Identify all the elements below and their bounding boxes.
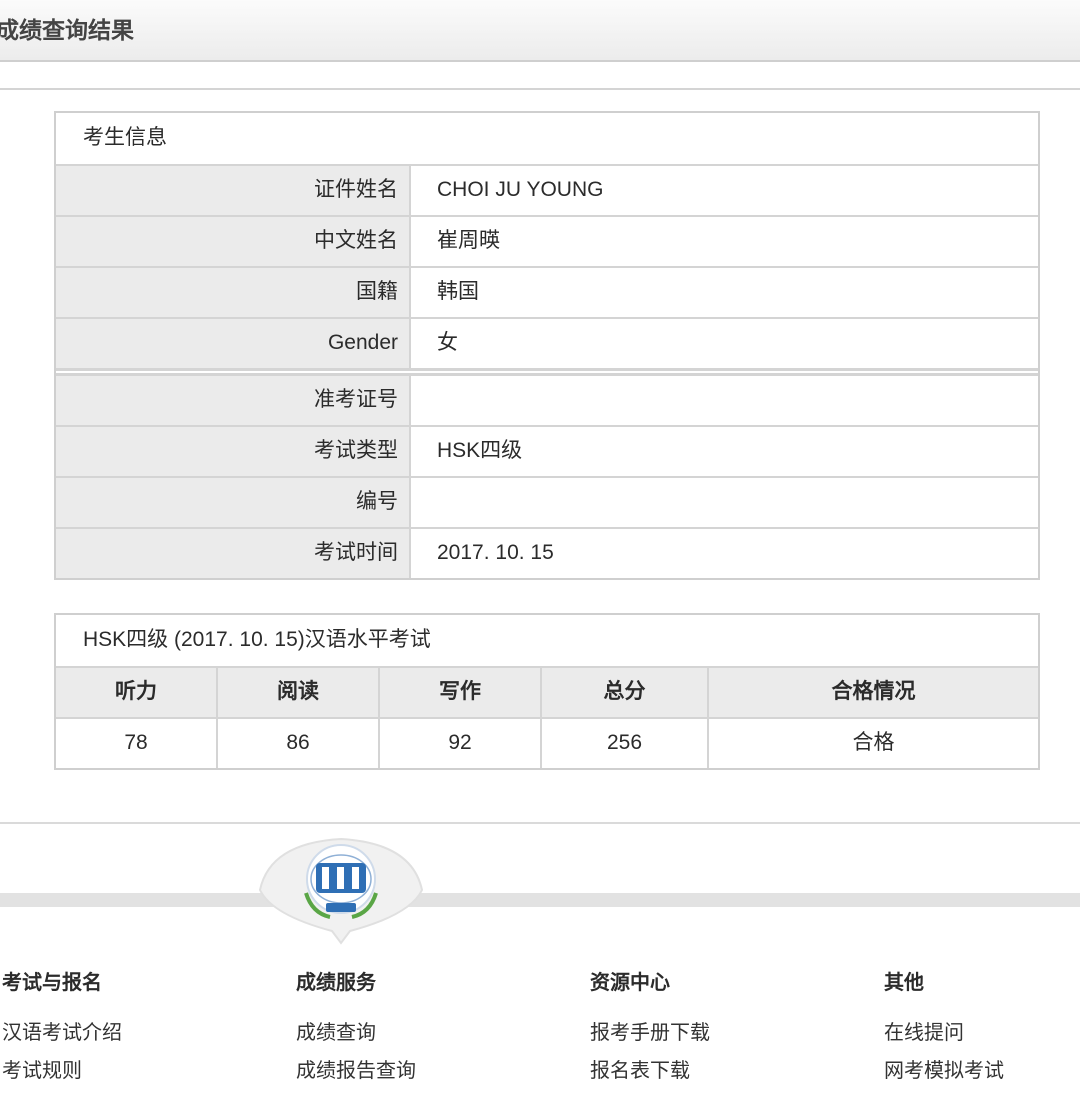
field-value: 2017. 10. 15 [437,541,554,564]
footer-heading: 资源中心 [590,972,670,994]
footer-heading: 考试与报名 [2,972,102,994]
footer-column-other: 其他 在线提问 网考模拟考试 [884,970,1004,1096]
field-row-gender: Gender 女 [56,317,1038,368]
field-row-admission-number: 准考证号 [56,368,1038,425]
scores-value-row: 78 86 92 256 合格 [56,717,1038,768]
header-reading: 阅读 [218,666,380,717]
header-listening: 听力 [56,666,218,717]
scores-header-row: 听力 阅读 写作 总分 合格情况 [56,666,1038,717]
footer-link[interactable]: 汉语考试介绍 [2,1020,122,1058]
footer-link[interactable]: 报考手册下载 [590,1020,710,1058]
footer-link[interactable]: 成绩报告查询 [296,1058,416,1096]
section-title-scores: HSK四级 (2017. 10. 15)汉语水平考试 [83,628,431,651]
field-label: 考试类型 [56,427,411,476]
field-label: 编号 [56,478,411,527]
field-value [411,478,1038,527]
field-row-id-name: 证件姓名 CHOI JU YOUNG [56,164,1038,215]
footer-link[interactable]: 成绩查询 [296,1020,416,1058]
field-label: 证件姓名 [56,166,411,215]
field-value [411,376,1038,425]
field-value: HSK四级 [437,439,523,462]
candidate-info-panel: 考生信息 证件姓名 CHOI JU YOUNG 中文姓名 崔周暎 国籍 韩国 G… [54,111,1040,580]
footer-column-scores: 成绩服务 成绩查询 成绩报告查询 [296,970,416,1096]
footer-band [0,893,1080,907]
field-label: 中文姓名 [56,217,411,266]
divider [0,88,1080,90]
field-label: Gender [56,319,411,368]
top-bar: 成绩查询结果 [0,0,1080,62]
score-listening: 78 [56,717,218,768]
field-value: 韩国 [437,280,479,303]
footer-column-exam: 考试与报名 汉语考试介绍 考试规则 [2,970,122,1096]
scores-panel: HSK四级 (2017. 10. 15)汉语水平考试 听力 阅读 写作 总分 合… [54,613,1040,770]
field-row-exam-type: 考试类型 HSK四级 [56,425,1038,476]
field-row-serial-number: 编号 [56,476,1038,527]
header-pass-status: 合格情况 [709,666,1038,717]
footer-link[interactable]: 考试规则 [2,1058,122,1096]
score-writing: 92 [380,717,542,768]
field-value: 女 [437,331,458,354]
field-label: 国籍 [56,268,411,317]
footer-heading: 成绩服务 [296,972,376,994]
score-total: 256 [542,717,709,768]
organization-logo [250,835,432,945]
footer-link[interactable]: 在线提问 [884,1020,1004,1058]
footer-divider [0,822,1080,824]
field-value: 崔周暎 [437,229,500,252]
score-reading: 86 [218,717,380,768]
header-writing: 写作 [380,666,542,717]
footer-heading: 其他 [884,972,924,994]
footer-link[interactable]: 报名表下载 [590,1058,710,1096]
footer-column-resources: 资源中心 报考手册下载 报名表下载 [590,970,710,1096]
field-label: 考试时间 [56,529,411,578]
field-row-chinese-name: 中文姓名 崔周暎 [56,215,1038,266]
field-row-exam-date: 考试时间 2017. 10. 15 [56,527,1038,578]
page-title: 成绩查询结果 [0,17,134,43]
footer-link[interactable]: 网考模拟考试 [884,1058,1004,1096]
field-label: 准考证号 [56,376,411,425]
header-total: 总分 [542,666,709,717]
pass-status: 合格 [709,717,1038,768]
field-row-nationality: 国籍 韩国 [56,266,1038,317]
field-value: CHOI JU YOUNG [437,178,604,201]
section-title-candidate: 考生信息 [83,126,167,149]
